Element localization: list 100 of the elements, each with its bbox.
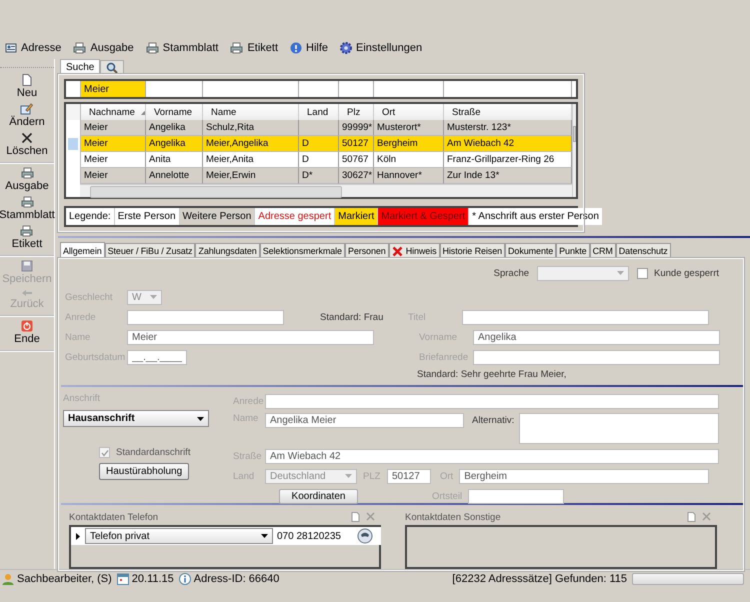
printer-icon [20,167,34,179]
input-field[interactable] [462,310,709,324]
sidebar-button[interactable]: Ändern [9,103,45,128]
checkbox-label: Standardanschrift [116,447,190,458]
user-text: Sachbearbeiter, (S) [17,573,112,585]
column-header[interactable]: Straße [444,104,572,120]
address-type-dropdown[interactable]: Hausanschrift [63,410,209,427]
sort-arrow-icon [140,110,145,114]
checkmark-icon [100,448,108,456]
checkbox[interactable] [99,447,110,458]
printer-icon [230,42,244,54]
tab[interactable]: Allgemein [60,242,105,258]
date-field[interactable]: __.__.____ [127,350,187,364]
phone-type-dropdown[interactable]: Telefon privat [85,528,273,544]
column-header[interactable]: Nachname [81,104,146,120]
column-header[interactable]: Name [203,104,299,120]
table-row[interactable]: Meier Angelika Schulz,Rita 99999* Musterort* Musterstr. 123* [66,120,572,136]
sidebar-button[interactable]: Stammblatt [0,196,55,221]
printer-icon [20,225,34,237]
pickup-button[interactable]: Haustürabholung [99,463,190,480]
sidebar-button[interactable]: Neu [16,74,38,99]
printer-icon [73,42,86,54]
field-label: Sprache [494,268,530,278]
legend-item: Erste Person [114,208,180,225]
search-icon [106,62,118,74]
toolbar-button[interactable]: Ausgabe [73,39,134,56]
legend-item: * Anschrift aus erster Person [469,208,602,225]
horizontal-scrollbar[interactable] [80,184,572,197]
column-header[interactable]: Vorname [146,104,203,120]
edit-icon [20,103,34,115]
help-icon [290,42,302,54]
input-field[interactable]: Angelika [473,330,720,344]
caret-icon [261,534,268,538]
hint-text: Standard: Sehr geehrte Frau Meier, [417,368,566,380]
checkbox[interactable] [637,268,648,278]
caret-icon [197,416,204,420]
toolbar-button[interactable]: Etikett [230,39,278,56]
input-field[interactable] [265,394,719,408]
close-icon[interactable] [702,512,711,521]
tab[interactable]: Steuer / FiBu / Zusatz [104,243,196,258]
tab[interactable]: CRM [590,243,616,258]
coordinates-button[interactable]: Koordinaten [279,488,358,504]
sidebar-button[interactable]: Ende [14,320,40,345]
column-header[interactable]: Land [299,104,339,120]
row-header[interactable] [66,136,81,152]
table-row[interactable]: Meier Angelika Meier,Angelika D 50127 Bergheim Am Wiebach 42 [66,136,572,152]
user-icon [2,573,14,585]
tab[interactable]: Personen [344,243,389,258]
power-icon [20,320,33,332]
text-area[interactable] [519,413,719,444]
tab[interactable]: Punkte [556,243,590,258]
address-card-icon [5,42,17,54]
column-header[interactable]: Ort [374,104,444,120]
input-field[interactable]: Meier [127,330,374,344]
tab[interactable]: Dokumente [505,243,556,258]
tab[interactable]: Suche [60,59,100,74]
vertical-scrollbar[interactable] [572,104,576,197]
toolbar-button[interactable]: Adresse [5,39,62,56]
close-icon[interactable] [366,512,375,521]
language-dropdown[interactable] [537,266,630,280]
tab[interactable]: Zahlungsdaten [195,243,260,258]
date-text: 20.11.15 [132,573,174,585]
page-icon [21,74,33,86]
close-icon [21,132,33,144]
address-id-text: Adress-ID: 66640 [194,573,280,585]
checkbox-label: Kunde gesperrt [654,268,719,278]
tab[interactable]: Historie Reisen [440,243,506,258]
column-header[interactable]: Plz [339,104,374,120]
input-field[interactable] [473,350,720,364]
input-field[interactable]: 50127 [387,468,431,484]
field-label: Alternativ: [471,414,516,426]
toolbar-button[interactable]: Hilfe [290,39,328,56]
input-field[interactable]: Bergheim [459,468,710,484]
input-field[interactable] [468,488,564,504]
phone-icon[interactable] [357,528,373,544]
toolbar-button[interactable]: Stammblatt [146,39,218,56]
sidebar-button[interactable]: Löschen [6,132,48,157]
table-row[interactable]: Meier Annelotte Meier,Erwin D* 30627* Hannover* Zur Inde 13* [66,168,572,184]
filter-field[interactable]: Meier [81,81,146,97]
input-field[interactable] [127,310,284,324]
sidebar-button[interactable]: Ausgabe [5,167,49,192]
legend-item: Adresse gespert [255,208,336,225]
sidebar-button[interactable]: Etikett [12,225,42,250]
input-field[interactable]: Am Wiebach 42 [265,448,719,464]
tab[interactable]: Selektionsmerkmale [260,243,345,258]
gear-icon [340,42,352,54]
tab[interactable]: Hinweis [388,243,440,258]
caret-icon [150,295,157,299]
row-header[interactable] [66,120,81,136]
input-field[interactable]: Angelika Meier [265,413,464,428]
section-label: Kontaktdaten Telefon [69,512,158,522]
caret-icon [345,474,352,478]
record-count-text: [62232 Adresssätze] Gefunden: 115 [452,573,627,585]
tab[interactable]: Datenschutz [616,243,671,258]
printer-icon [20,196,34,208]
page-icon[interactable] [687,512,696,522]
hint-text: Standard: Frau [319,312,384,322]
page-icon[interactable] [351,512,360,522]
toolbar-button[interactable]: Einstellungen [340,39,422,56]
tab[interactable] [100,60,124,74]
